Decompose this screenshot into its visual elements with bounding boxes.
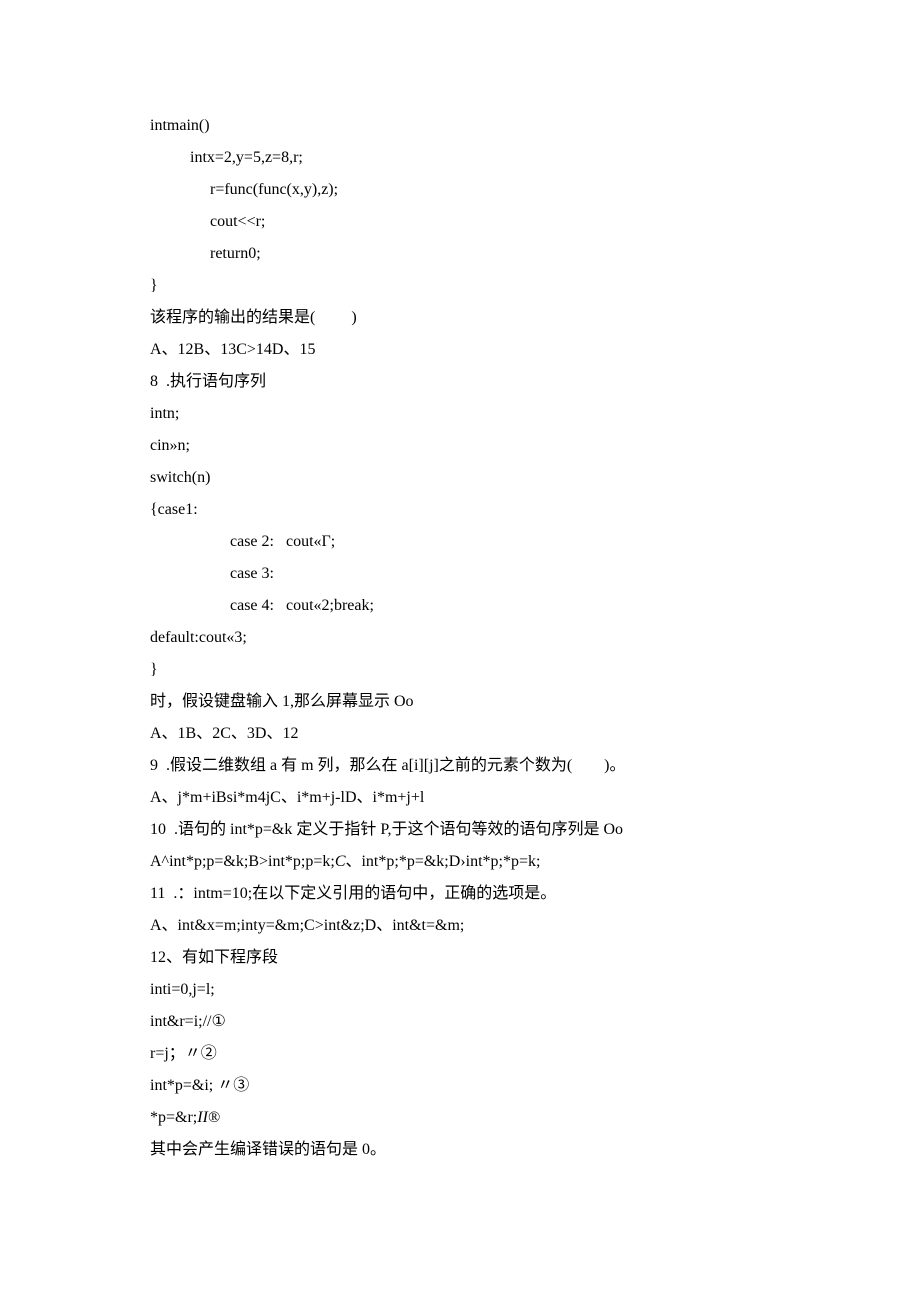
answer-options: A、12B、13C>14D、15 (150, 334, 770, 366)
code-line: r=j；〃② (150, 1038, 770, 1070)
answer-options: A、j*m+iBsi*m4jC、i*m+j-lD、i*m+j+l (150, 782, 770, 814)
code-line: cout<<r; (150, 206, 770, 238)
answer-options: A、1B、2C、3D、12 (150, 718, 770, 750)
code-part-italic: II® (197, 1109, 220, 1126)
question-text: 该程序的输出的结果是( ) (150, 302, 770, 334)
option-part-italic: C (335, 853, 346, 870)
code-line: cin»n; (150, 430, 770, 462)
answer-options: A^int*p;p=&k;B>int*p;p=k;C、int*p;*p=&k;D… (150, 846, 770, 878)
code-line: int&r=i;//① (150, 1006, 770, 1038)
question-text: 时，假设键盘输入 1,那么屏幕显示 Oo (150, 686, 770, 718)
code-line: inti=0,j=l; (150, 974, 770, 1006)
code-line: } (150, 654, 770, 686)
option-part: A^int*p;p=&k;B>int*p;p=k; (150, 853, 335, 870)
code-line: int*p=&i; 〃③ (150, 1070, 770, 1102)
code-line: case 3: (150, 558, 770, 590)
code-line: intn; (150, 398, 770, 430)
code-line: switch(n) (150, 462, 770, 494)
code-line: r=func(func(x,y),z); (150, 174, 770, 206)
code-line: case 4: cout«2;break; (150, 590, 770, 622)
code-line: default:cout«3; (150, 622, 770, 654)
code-line: {case1: (150, 494, 770, 526)
question-heading: 9 .假设二维数组 a 有 m 列，那么在 a[i][j]之前的元素个数为( )… (150, 750, 770, 782)
question-heading: 12、有如下程序段 (150, 942, 770, 974)
question-heading: 8 .执行语句序列 (150, 366, 770, 398)
document-page: intmain() intx=2,y=5,z=8,r; r=func(func(… (0, 0, 920, 1301)
question-heading: 10 .语句的 int*p=&k 定义于指针 P,于这个语句等效的语句序列是 O… (150, 814, 770, 846)
code-part: *p=&r; (150, 1109, 197, 1126)
answer-options: A、int&x=m;inty=&m;C>int&z;D、int&t=&m; (150, 910, 770, 942)
code-line: intmain() (150, 110, 770, 142)
code-line: } (150, 270, 770, 302)
code-line: intx=2,y=5,z=8,r; (150, 142, 770, 174)
option-part: 、int*p;*p=&k;D›int*p;*p=k; (345, 853, 540, 870)
code-line: *p=&r;II® (150, 1102, 770, 1134)
code-line: return0; (150, 238, 770, 270)
code-line: case 2: cout«Γ; (150, 526, 770, 558)
question-heading: 11 .：intm=10;在以下定义引用的语句中，正确的选项是。 (150, 878, 770, 910)
question-text: 其中会产生编译错误的语句是 0。 (150, 1134, 770, 1166)
